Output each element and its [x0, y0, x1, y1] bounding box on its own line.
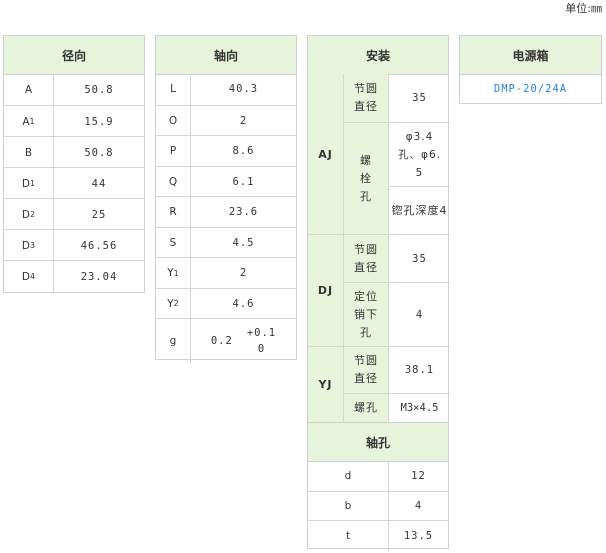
radial-row: D 2 25	[4, 198, 144, 230]
axial-row-g: g 0.2 +0.1 0	[156, 318, 296, 363]
yj-screw-label: 螺孔	[354, 401, 378, 414]
dj-pcd-label: 节圆直径	[354, 242, 378, 274]
axial-param-name: g	[169, 335, 177, 347]
shaft-hole-param-value: 13.5	[403, 529, 434, 542]
radial-param-value: 15.9	[84, 115, 114, 128]
radial-param-name: A	[24, 83, 33, 96]
axial-param-value: 23.6	[228, 206, 259, 219]
axial-param-name: Q	[168, 175, 178, 188]
yj-pcd-label: 节圆直径	[354, 354, 378, 385]
radial-row: A 1 15.9	[4, 105, 144, 137]
radial-param-name: D2	[21, 208, 36, 221]
radial-param-name: D1	[21, 177, 36, 190]
radial-param-value: 50.8	[84, 83, 114, 96]
unit-label: 单位:㎜	[565, 2, 602, 15]
group-label-aj: AJ	[318, 147, 333, 161]
radial-param-name: A1	[22, 115, 35, 128]
yj-screw-value: M3×4.5	[400, 402, 439, 414]
axial-g-value: 0.2 +0.1 0	[191, 319, 296, 363]
shaft-hole-row: t 13.5	[308, 520, 448, 551]
shaft-hole-param-name: d	[344, 469, 352, 482]
dj-pin-label: 定位销下孔	[354, 289, 378, 339]
yj-pcd-value: 38.1	[404, 364, 435, 376]
aj-pcd-value: 35	[412, 92, 427, 104]
radial-param-value: 50.8	[84, 146, 114, 159]
axial-param-name: Y2	[167, 297, 179, 310]
axial-param-value: 4.6	[232, 297, 255, 310]
axial-param-value: 2	[239, 114, 248, 127]
axial-param-name: O	[168, 114, 178, 127]
axial-table: 轴向 L 40.3 O 2 P 8.6 Q 6.1 R 23.6 S 4.5 Y 1 2 Y 2 4.6 g 0.2 +…	[155, 35, 297, 363]
shaft-hole-row: b4	[308, 490, 448, 521]
axial-param-value: 4.5	[232, 236, 255, 249]
axial-row: P 8.6	[156, 135, 296, 167]
dj-pcd-value: 35	[412, 252, 427, 265]
aj-counterbore: 锪孔深度4	[391, 203, 448, 217]
aj-pcd-label: 节圆直径	[354, 82, 378, 113]
aj-bolt-label: 螺栓孔	[360, 153, 372, 203]
axial-param-value: 2	[239, 267, 248, 280]
shaft-hole-row: d 12	[308, 461, 448, 491]
axial-row: Y 2 4.6	[156, 287, 296, 319]
axial-param-name: L	[170, 83, 176, 96]
shaft-hole-param-value: 12	[411, 469, 426, 482]
axial-row: S 4.5	[156, 226, 296, 258]
axial-param-name: S	[169, 236, 177, 249]
power-header: 电源箱	[460, 36, 601, 75]
axial-param-name: Y1	[167, 267, 179, 280]
g-tolerance: +0.1 0	[246, 327, 277, 355]
axial-param-value: 40.3	[228, 83, 259, 96]
radial-row: B 50.8	[4, 136, 144, 168]
radial-param-value: 25	[91, 208, 107, 221]
g-base-value: 0.2	[210, 335, 233, 347]
shaft-hole-header: 轴孔	[308, 422, 448, 462]
group-label-yj: YJ	[318, 378, 333, 391]
radial-table: 径向 A 50.8 A 1 15.9 B 50.8 D 1 44 D 2 25 D 3 46.56 D 4 23.0…	[3, 35, 145, 293]
shaft-hole-param-name: t	[345, 529, 351, 542]
radial-param-value: 44	[91, 177, 107, 190]
radial-param-name: D4	[21, 270, 36, 283]
axial-row: O2	[156, 104, 296, 136]
aj-bolt-value: φ3.4孔、φ6.5	[398, 130, 441, 179]
axial-row: R 23.6	[156, 196, 296, 228]
axial-param-name: P	[169, 145, 177, 158]
radial-param-value: 46.56	[80, 239, 118, 252]
axial-param-value: 6.1	[232, 175, 255, 188]
radial-param-name: D3	[21, 239, 36, 252]
shaft-hole-param-name: b	[344, 500, 352, 513]
shaft-hole-param-value: 4	[414, 500, 423, 513]
power-model-link[interactable]: DMP-20/24A	[460, 74, 601, 103]
radial-row: D 4 23.04	[4, 260, 144, 292]
axial-row: Q 6.1	[156, 165, 296, 197]
radial-row: D 3 46.56	[4, 229, 144, 261]
radial-param-name: B	[24, 146, 33, 159]
radial-row: A 50.8	[4, 74, 144, 105]
axial-header: 轴向	[156, 36, 296, 75]
mount-table: 安装 AJ 节圆直径 35 螺栓孔 φ3.4孔、φ6.5 锪孔深度4 DJ 节圆…	[307, 35, 450, 551]
power-table: 电源箱 DMP-20/24A	[459, 35, 602, 104]
dj-pin-value: 4	[415, 308, 424, 321]
group-label-dj: DJ	[317, 284, 334, 297]
axial-row: L 40.3	[156, 74, 296, 105]
axial-param-value: 8.6	[232, 145, 255, 158]
radial-row: D 1 44	[4, 167, 144, 199]
radial-param-value: 23.04	[80, 270, 118, 283]
radial-header: 径向	[4, 36, 144, 75]
mount-header: 安装	[308, 36, 448, 75]
axial-param-name: R	[169, 206, 177, 219]
axial-row: Y1 2	[156, 257, 296, 289]
